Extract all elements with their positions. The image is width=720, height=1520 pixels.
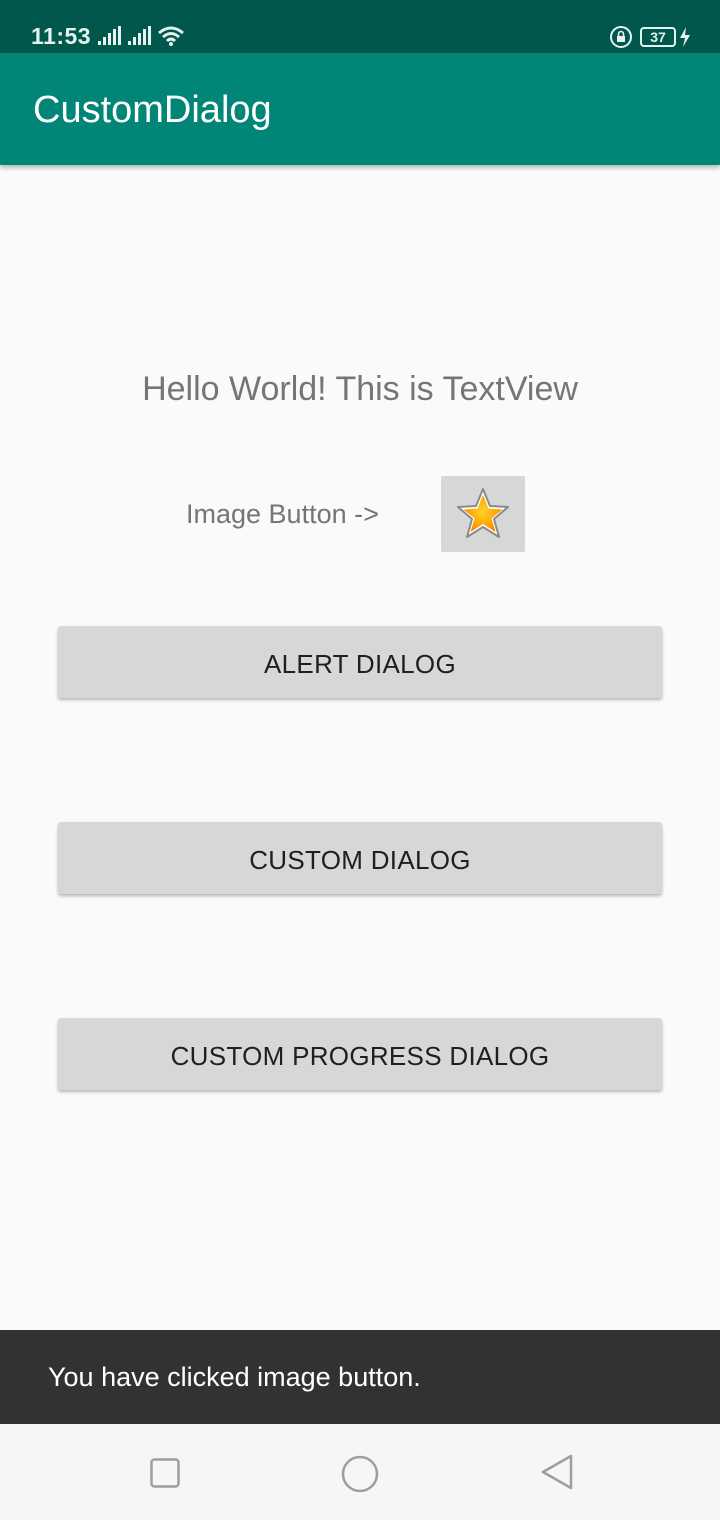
back-icon[interactable] [540,1454,574,1490]
status-time: 11:53 [31,23,92,49]
recent-apps-icon[interactable] [150,1458,180,1488]
app-bar: CustomDialog [0,53,720,165]
charging-icon [680,27,690,47]
rotation-lock-icon [610,26,632,48]
signal-icon [98,26,121,45]
status-bar: 11:53 37 [0,0,720,53]
custom-progress-dialog-button[interactable]: CUSTOM PROGRESS DIALOG [58,1018,662,1090]
hello-textview: Hello World! This is TextView [142,370,578,408]
custom-dialog-button[interactable]: CUSTOM DIALOG [58,822,662,894]
toast-message: You have clicked image button. [48,1362,421,1392]
navigation-bar [0,1424,720,1520]
toast: You have clicked image button. [0,1330,720,1424]
battery-level: 37 [650,29,666,45]
wifi-icon [158,26,184,46]
home-icon[interactable] [341,1455,379,1493]
alert-dialog-button[interactable]: ALERT DIALOG [58,626,662,698]
star-icon [457,488,509,538]
battery-icon: 37 [640,27,676,47]
signal-icon [128,26,151,45]
image-button[interactable] [441,476,525,552]
image-button-label: Image Button -> [186,499,379,529]
app-title: CustomDialog [33,89,272,131]
